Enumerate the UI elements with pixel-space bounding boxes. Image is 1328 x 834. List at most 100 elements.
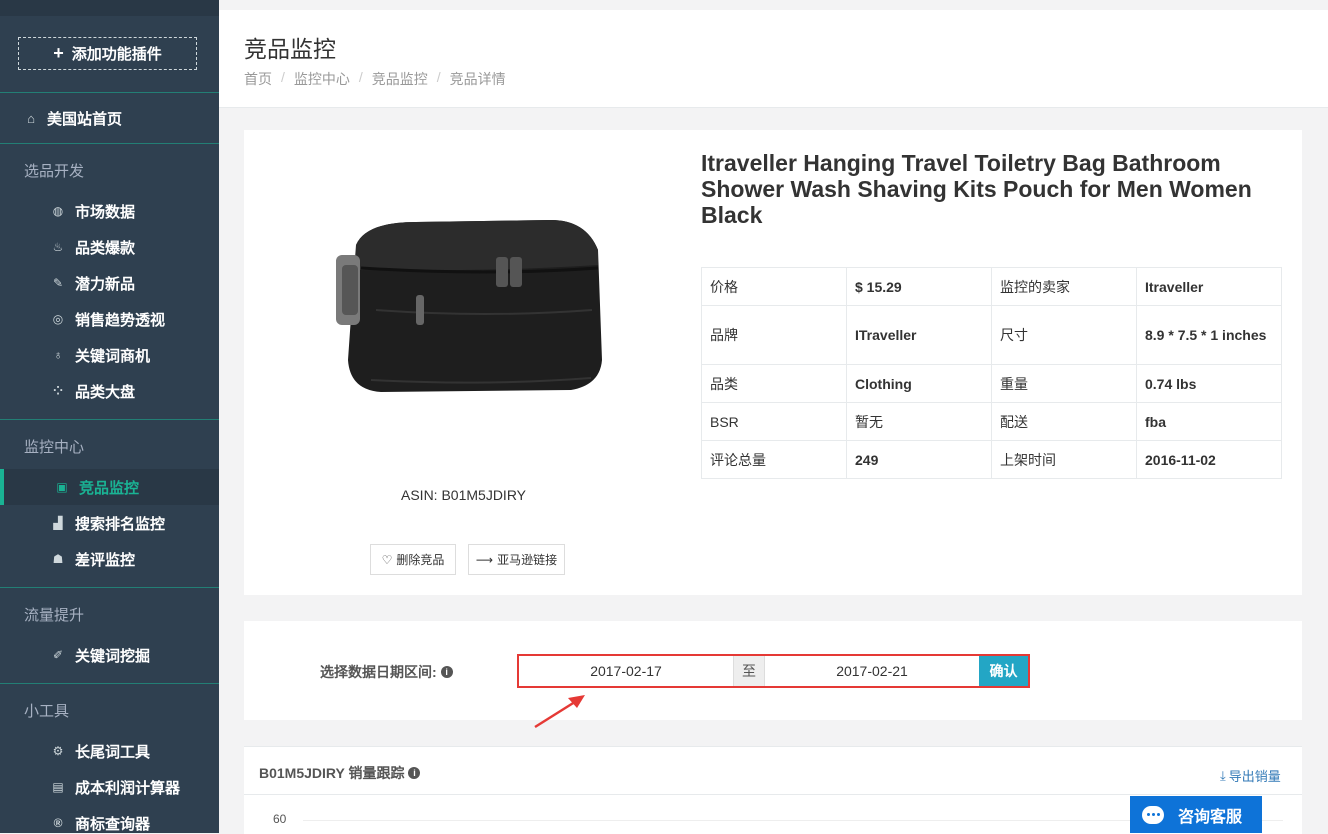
breadcrumb: 首页 / 监控中心 / 竞品监控 / 竞品详情 [244,69,506,89]
breadcrumb-monitoring[interactable]: 监控中心 [294,69,350,89]
nav-label: 成本利润计算器 [75,779,181,797]
weight-value: 0.74 lbs [1136,364,1282,403]
shipping-key: 配送 [991,402,1137,441]
delete-competitor-button[interactable]: ♡ 删除竞品 [370,544,456,575]
amazon-link-button[interactable]: ⟶ 亚马逊链接 [468,544,565,575]
nav-market-data[interactable]: ◍ 市场数据 [0,193,219,229]
page-header: 竞品监控 首页 / 监控中心 / 竞品监控 / 竞品详情 [219,10,1328,108]
brand-key: 品牌 [701,305,847,365]
y-axis-tick: 60 [273,812,287,826]
breadcrumb-current: 竞品详情 [449,71,506,87]
nav-label: 长尾词工具 [75,743,151,761]
plus-icon: + [53,43,64,63]
page-title: 竞品监控 [244,36,336,62]
nav-label: 关键词商机 [75,347,151,365]
download-icon: ⤓ [1220,767,1226,783]
section-title-product-dev: 选品开发 [24,163,85,180]
date-range-picker: 2017-02-17 至 2017-02-21 确认 [517,654,1030,688]
gear-icon: ⚙ [52,744,64,758]
section-title-monitoring: 监控中心 [24,439,85,456]
size-value: 8.9 * 7.5 * 1 inches [1136,305,1282,365]
divider [0,587,219,588]
date-range-label-text: 选择数据日期区间: [320,664,437,680]
breadcrumb-competitor[interactable]: 竞品监控 [372,69,428,89]
bar-chart-icon: ▟ [53,516,63,530]
breadcrumb-separator: / [436,69,441,85]
sidebar: + 添加功能插件 ⌂ 美国站首页 选品开发 ◍ 市场数据 ♨ 品类爆款 ✎ 潜力新品 … [0,0,219,833]
divider [0,419,219,420]
nav-search-rank-monitor[interactable]: ▟ 搜索排名监控 [0,505,219,541]
weight-key: 重量 [991,364,1137,403]
divider [244,794,1302,795]
export-sales-link[interactable]: ⤓ 导出销量 [1220,766,1281,785]
table-row: 价格 $ 15.29 监控的卖家 Itraveller [701,267,1282,306]
nav-home-label: 美国站首页 [47,110,123,128]
nav-label: 品类爆款 [75,239,136,257]
nav-label: 潜力新品 [75,275,136,293]
chart-title-text: B01M5JDIRY 销量跟踪 [259,765,405,781]
info-icon[interactable]: i [440,666,453,678]
nav-label: 市场数据 [75,203,136,221]
add-plugin-button[interactable]: + 添加功能插件 [18,37,197,70]
nav-competitor-monitor[interactable]: ▣ 竞品监控 [0,469,219,505]
table-row: 评论总量 249 上架时间 2016-11-02 [701,440,1282,479]
product-info-table: 价格 $ 15.29 监控的卖家 Itraveller 品牌 ITravelle… [701,267,1282,479]
customer-service-button[interactable]: 咨询客服 [1130,796,1262,833]
end-date-input[interactable]: 2017-02-21 [765,656,979,686]
nav-category-hits[interactable]: ♨ 品类爆款 [0,229,219,265]
nav-keyword-mining[interactable]: ✐ 关键词挖掘 [0,637,219,673]
sidebar-top-strip [0,0,219,16]
reviews-key: 评论总量 [701,440,847,479]
divider [0,683,219,684]
grid-icon: ⁘ [52,384,64,398]
database-icon: ☗ [52,552,64,566]
divider [0,92,219,93]
nav-cost-calculator[interactable]: ▤ 成本利润计算器 [0,769,219,805]
registered-icon: ® [53,816,63,830]
asin-label: ASIN: B01M5JDIRY [401,487,527,503]
reviews-value: 249 [846,440,992,479]
nav-sales-trend[interactable]: ◎ 销售趋势透视 [0,301,219,337]
brand-value: ITraveller [846,305,992,365]
listed-key: 上架时间 [991,440,1137,479]
breadcrumb-home[interactable]: 首页 [244,69,272,89]
seller-key: 监控的卖家 [991,267,1137,306]
nav-keyword-opportunity[interactable]: ♁ 关键词商机 [0,337,219,373]
start-date-input[interactable]: 2017-02-17 [519,656,733,686]
confirm-button[interactable]: 确认 [979,656,1028,686]
product-title: Itraveller Hanging Travel Toiletry Bag B… [701,150,1252,228]
delete-label: 删除竞品 [396,553,445,567]
nav-bad-review-monitor[interactable]: ☗ 差评监控 [0,541,219,577]
nav-category-overview[interactable]: ⁘ 品类大盘 [0,373,219,409]
nav-label: 差评监控 [75,551,136,569]
nav-home[interactable]: ⌂ 美国站首页 [0,100,219,136]
image-icon: ▣ [56,480,68,494]
nav-label: 竞品监控 [79,479,140,497]
product-image [336,220,602,392]
fire-icon: ♨ [52,240,64,254]
nav-potential-new[interactable]: ✎ 潜力新品 [0,265,219,301]
chat-label: 咨询客服 [1178,808,1243,826]
date-range-label: 选择数据日期区间: i [320,662,453,682]
divider [0,143,219,144]
size-key: 尺寸 [991,305,1137,365]
category-key: 品类 [701,364,847,403]
target-icon: ◎ [52,312,64,326]
nav-longtail-tool[interactable]: ⚙ 长尾词工具 [0,733,219,769]
globe-icon: ◍ [52,204,64,218]
table-row: 品类 Clothing 重量 0.74 lbs [701,364,1282,403]
listed-value: 2016-11-02 [1136,440,1282,479]
nav-trademark-lookup[interactable]: ® 商标查询器 [0,805,219,833]
breadcrumb-separator: / [358,69,363,85]
nav-label: 销售趋势透视 [75,311,166,329]
heartbeat-icon: ♡ [381,552,393,567]
table-row: BSR 暂无 配送 fba [701,402,1282,441]
arrow-right-icon: ⟶ [475,552,494,567]
nav-label: 品类大盘 [75,383,136,401]
lightbulb-icon: ♁ [53,348,63,362]
bsr-value: 暂无 [846,402,992,441]
chat-icon [1142,805,1164,824]
price-key: 价格 [701,267,847,306]
amazon-label: 亚马逊链接 [497,553,558,567]
info-icon[interactable]: i [408,767,421,779]
